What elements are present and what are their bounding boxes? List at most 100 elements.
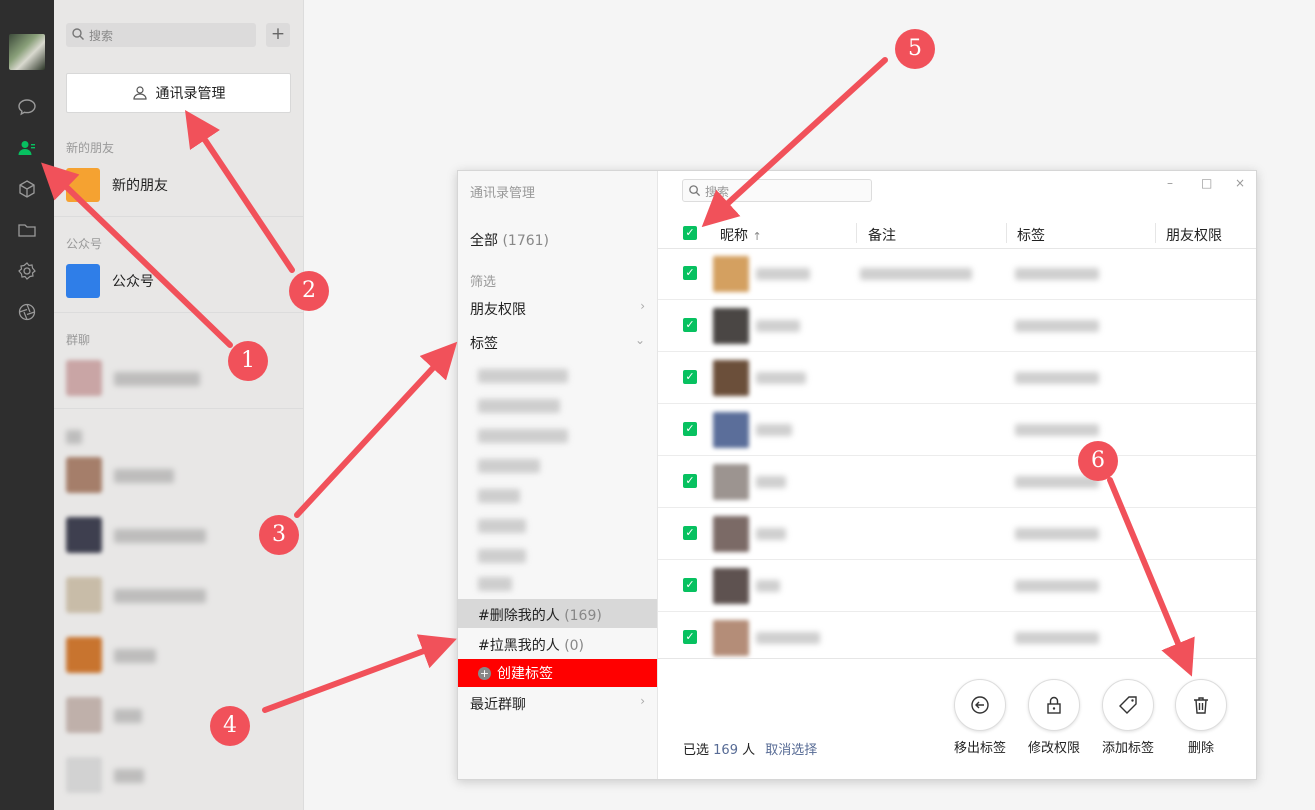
col-remark[interactable]: 备注 <box>868 225 896 245</box>
row-checkbox[interactable]: ✓ <box>683 370 697 384</box>
contact-avatar[interactable] <box>66 457 102 493</box>
minimize-icon[interactable]: – <box>1167 176 1173 190</box>
tag-item-blurred[interactable] <box>478 399 560 413</box>
close-icon[interactable]: × <box>1235 176 1245 190</box>
tag-item-blurred[interactable] <box>478 369 568 383</box>
select-all-checkbox[interactable]: ✓ <box>683 226 697 240</box>
create-tag-button[interactable]: + 创建标签 <box>458 659 657 687</box>
table-row[interactable]: ✓ <box>658 456 1256 508</box>
box-icon[interactable] <box>16 178 38 200</box>
table-row[interactable]: ✓ <box>658 352 1256 404</box>
official-accounts-item[interactable]: 公众号 <box>66 264 154 298</box>
search-placeholder: 搜索 <box>89 29 114 43</box>
aperture-icon[interactable] <box>16 301 38 323</box>
row-avatar <box>713 256 749 292</box>
folder-icon[interactable] <box>16 219 38 241</box>
row-avatar <box>713 620 749 656</box>
row-avatar <box>713 568 749 604</box>
tag-item-blurred[interactable] <box>478 577 512 591</box>
contact-avatar[interactable] <box>66 757 102 793</box>
col-permission[interactable]: 朋友权限 <box>1166 225 1222 245</box>
maximize-icon[interactable]: □ <box>1201 176 1212 190</box>
contact-name-blurred <box>114 649 156 663</box>
contact-avatar[interactable] <box>66 517 102 553</box>
tag-icon <box>1119 696 1137 714</box>
search-icon <box>72 28 84 40</box>
row-avatar <box>713 464 749 500</box>
row-checkbox[interactable]: ✓ <box>683 630 697 644</box>
recent-groups-item[interactable]: 最近群聊 <box>470 694 526 714</box>
table-row[interactable]: ✓ <box>658 404 1256 456</box>
row-checkbox[interactable]: ✓ <box>683 578 697 592</box>
window-search-placeholder: 搜索 <box>705 185 730 199</box>
row-avatar <box>713 360 749 396</box>
contacts-panel: 搜索 + 通讯录管理 新的朋友 新的朋友 公众号 公众号 群聊 <box>54 0 304 810</box>
footer-divider <box>658 658 1256 659</box>
table-row[interactable]: ✓ <box>658 560 1256 612</box>
row-avatar <box>713 516 749 552</box>
user-avatar[interactable] <box>9 34 45 70</box>
cancel-selection-link[interactable]: 取消选择 <box>765 743 817 758</box>
annotation-badge: 1 <box>228 341 268 381</box>
plus-icon[interactable]: + <box>266 23 290 47</box>
create-tag-label: 创建标签 <box>497 666 553 682</box>
window-search-input[interactable]: 搜索 <box>682 179 872 202</box>
arrow-left-icon <box>971 696 989 714</box>
all-contacts-item[interactable]: 全部 (1761) <box>470 230 549 250</box>
tag-item-blurred[interactable] <box>478 459 540 473</box>
row-nickname-blurred <box>756 476 786 488</box>
row-tag-blurred <box>1015 632 1099 644</box>
contact-name-blurred <box>114 769 144 783</box>
contact-name-blurred <box>114 529 206 543</box>
tag-item-blurred[interactable] <box>478 549 526 563</box>
column-separator <box>856 223 857 243</box>
row-checkbox[interactable]: ✓ <box>683 526 697 540</box>
annotation-badge: 3 <box>259 515 299 555</box>
tag-item-blurred[interactable] <box>478 489 520 503</box>
delete-button[interactable]: 删除 <box>1161 679 1241 756</box>
tag-item-blurred[interactable] <box>478 429 568 443</box>
remove-tag-button[interactable]: 移出标签 <box>940 679 1020 756</box>
friend-permission-item[interactable]: 朋友权限 <box>470 299 526 319</box>
tag-deleted-me-label: #删除我的人 <box>478 608 560 624</box>
manager-sidebar: 通讯录管理 全部 (1761) 筛选 朋友权限 › 标签 ⌄ #删除我的人 (1… <box>458 171 658 779</box>
contact-avatar[interactable] <box>66 697 102 733</box>
row-tag-blurred <box>1015 528 1099 540</box>
tag-item-blurred[interactable] <box>478 519 526 533</box>
row-nickname-blurred <box>756 372 806 384</box>
new-friends-avatar <box>66 168 100 202</box>
contacts-icon[interactable] <box>16 137 38 159</box>
filter-header: 筛选 <box>470 275 497 290</box>
row-checkbox[interactable]: ✓ <box>683 474 697 488</box>
table-row[interactable]: ✓ <box>658 612 1256 664</box>
table-header: ✓ 昵称 ↑ 备注 标签 朋友权限 <box>658 219 1256 249</box>
add-tag-button[interactable]: 添加标签 <box>1088 679 1168 756</box>
row-checkbox[interactable]: ✓ <box>683 318 697 332</box>
contact-name-blurred <box>114 589 206 603</box>
col-nickname[interactable]: 昵称 ↑ <box>720 225 762 245</box>
table-row[interactable]: ✓ <box>658 248 1256 300</box>
search-input[interactable]: 搜索 <box>66 23 256 47</box>
group-avatar[interactable] <box>66 360 102 396</box>
gear-icon[interactable] <box>16 260 38 282</box>
table-row[interactable]: ✓ <box>658 300 1256 352</box>
row-checkbox[interactable]: ✓ <box>683 422 697 436</box>
tags-item[interactable]: 标签 <box>470 333 498 353</box>
row-checkbox[interactable]: ✓ <box>683 266 697 280</box>
contacts-manager-button[interactable]: 通讯录管理 <box>66 73 291 113</box>
tag-blocked-me[interactable]: #拉黑我的人 (0) <box>478 635 584 655</box>
tag-deleted-me[interactable]: #删除我的人 (169) <box>478 605 602 625</box>
selection-status: 已选 169 人 取消选择 <box>683 739 817 758</box>
window-title: 通讯录管理 <box>470 186 536 201</box>
selected-prefix: 已选 <box>683 743 710 758</box>
edit-permission-button[interactable]: 修改权限 <box>1014 679 1094 756</box>
new-friends-item[interactable]: 新的朋友 <box>66 168 168 202</box>
groups-header: 群聊 <box>66 333 91 347</box>
chat-icon[interactable] <box>16 96 38 118</box>
col-tag[interactable]: 标签 <box>1017 225 1045 245</box>
row-avatar <box>713 308 749 344</box>
contact-avatar[interactable] <box>66 637 102 673</box>
table-row[interactable]: ✓ <box>658 508 1256 560</box>
new-friends-header: 新的朋友 <box>66 141 115 155</box>
contact-avatar[interactable] <box>66 577 102 613</box>
